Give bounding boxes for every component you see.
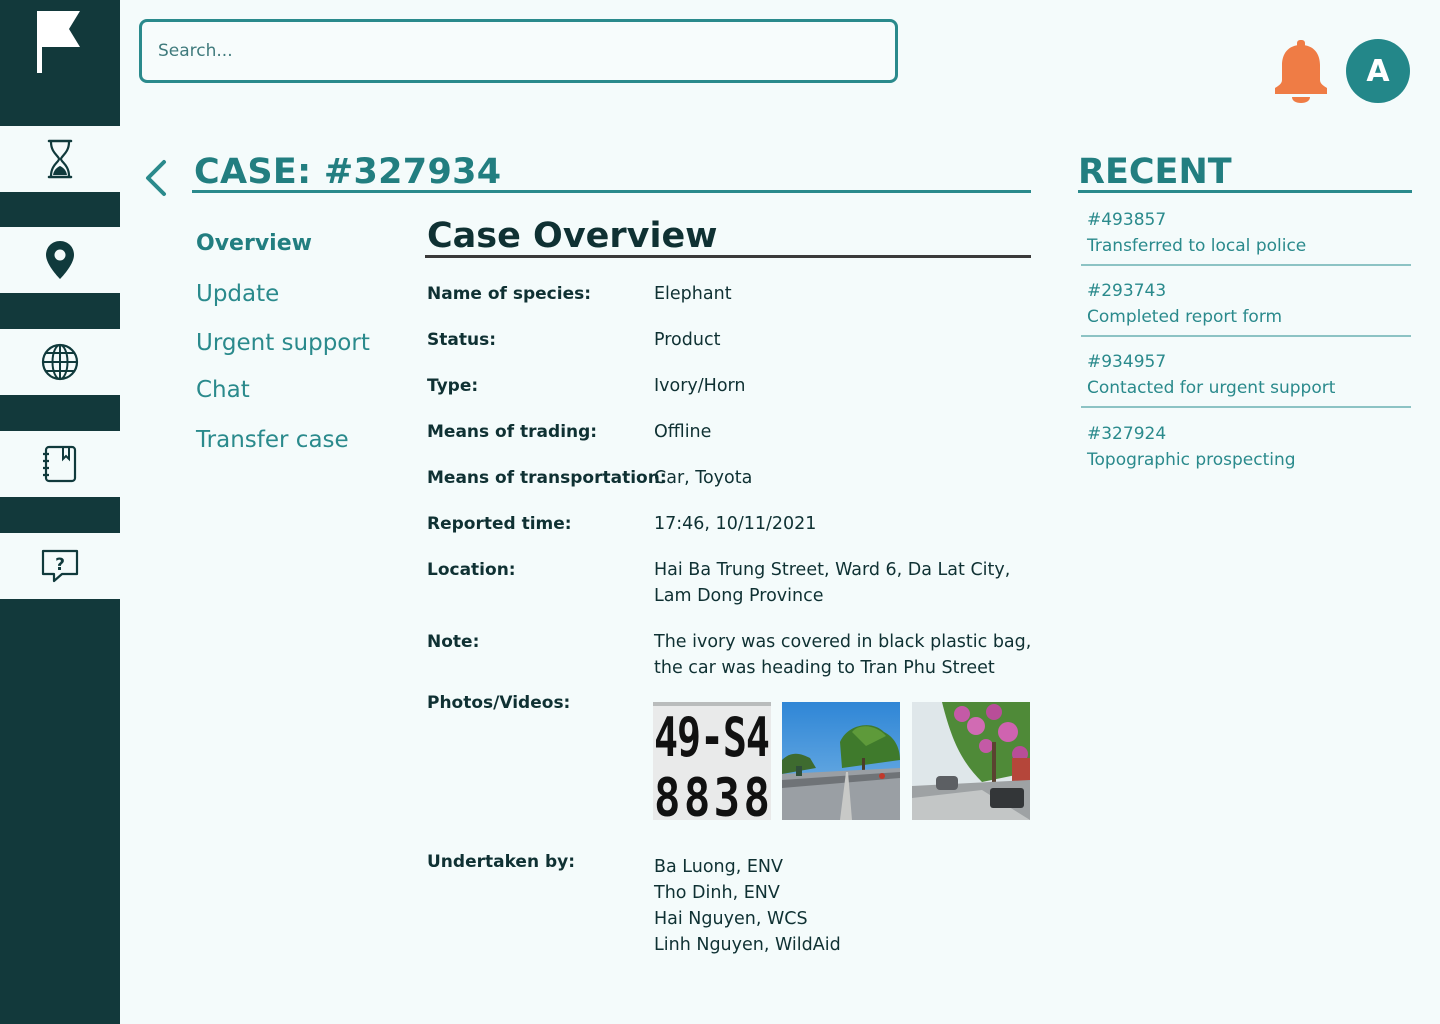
avatar[interactable]: A: [1346, 39, 1410, 103]
recent-item-divider: [1081, 335, 1411, 337]
overview-divider: [425, 255, 1031, 258]
recent-case-id: #934957: [1087, 352, 1167, 372]
photo-roadside[interactable]: [912, 702, 1030, 820]
field-label-reported-time: Reported time:: [427, 514, 572, 534]
recent-case-item[interactable]: #493857 Transferred to local police: [1081, 210, 1411, 268]
recent-case-item[interactable]: #327924 Topographic prospecting: [1081, 424, 1411, 482]
field-label-undertaken: Undertaken by:: [427, 852, 576, 872]
field-value-species: Elephant: [654, 284, 732, 304]
field-value-status: Product: [654, 330, 721, 350]
nav-global[interactable]: [0, 329, 120, 395]
case-title-divider: [192, 190, 1031, 193]
field-label-note: Note:: [427, 632, 480, 652]
plate-line1: 49-S4: [654, 707, 770, 770]
sidebar: ?: [0, 0, 120, 1024]
undertaker-1: Ba Luong, ENV: [654, 857, 783, 877]
flag-logo-icon[interactable]: [0, 0, 120, 83]
recent-case-desc: Topographic prospecting: [1087, 450, 1296, 470]
field-label-species: Name of species:: [427, 284, 592, 304]
field-value-type: Ivory/Horn: [654, 376, 746, 396]
field-label-photos: Photos/Videos:: [427, 693, 571, 713]
nav-help[interactable]: ?: [0, 533, 120, 599]
subnav-chat[interactable]: Chat: [196, 377, 250, 403]
nav-notebook[interactable]: [0, 431, 120, 497]
recent-case-id: #493857: [1087, 210, 1167, 230]
photo-street[interactable]: [782, 702, 900, 820]
recent-case-item[interactable]: #934957 Contacted for urgent support: [1081, 352, 1411, 410]
subnav-transfer-case[interactable]: Transfer case: [196, 427, 349, 453]
field-label-transportation: Means of transportation:: [427, 468, 667, 488]
recent-case-desc: Completed report form: [1087, 307, 1283, 327]
globe-icon: [41, 343, 79, 381]
recent-divider: [1078, 190, 1412, 193]
back-arrow-icon[interactable]: [140, 158, 172, 200]
recent-item-divider: [1081, 406, 1411, 408]
subnav-urgent-support[interactable]: Urgent support: [196, 330, 370, 356]
field-label-trading: Means of trading:: [427, 422, 598, 442]
nav-location[interactable]: [0, 227, 120, 293]
overview-title: Case Overview: [427, 216, 718, 256]
help-chat-icon: ?: [41, 549, 79, 583]
notification-bell-icon[interactable]: [1272, 40, 1330, 104]
field-value-location-line1: Hai Ba Trung Street, Ward 6, Da Lat City…: [654, 560, 1011, 580]
hourglass-icon: [47, 139, 73, 179]
field-value-location-line2: Lam Dong Province: [654, 586, 824, 606]
field-value-trading: Offline: [654, 422, 712, 442]
field-value-note-line1: The ivory was covered in black plastic b…: [654, 632, 1032, 652]
svg-text:?: ?: [55, 555, 65, 575]
photo-license-plate[interactable]: 49-S4 8838: [653, 702, 771, 820]
subnav-overview[interactable]: Overview: [196, 231, 312, 256]
undertaker-3: Hai Nguyen, WCS: [654, 909, 808, 929]
recent-case-item[interactable]: #293743 Completed report form: [1081, 281, 1411, 339]
field-value-transportation: Car, Toyota: [654, 468, 753, 488]
recent-title: RECENT: [1078, 152, 1232, 192]
nav-history[interactable]: [0, 126, 120, 192]
subnav-update[interactable]: Update: [196, 281, 279, 307]
case-title: CASE: #327934: [194, 152, 502, 192]
recent-case-desc: Transferred to local police: [1087, 236, 1307, 256]
recent-item-divider: [1081, 264, 1411, 266]
notebook-icon: [43, 445, 77, 483]
recent-case-id: #293743: [1087, 281, 1167, 301]
undertaker-4: Linh Nguyen, WildAid: [654, 935, 841, 955]
search-input[interactable]: [139, 19, 898, 83]
map-pin-icon: [46, 241, 74, 279]
field-label-type: Type:: [427, 376, 479, 396]
field-label-status: Status:: [427, 330, 496, 350]
field-value-reported-time: 17:46, 10/11/2021: [654, 514, 817, 534]
field-value-note-line2: the car was heading to Tran Phu Street: [654, 658, 995, 678]
recent-case-id: #327924: [1087, 424, 1167, 444]
recent-case-desc: Contacted for urgent support: [1087, 378, 1336, 398]
undertaker-2: Tho Dinh, ENV: [654, 883, 780, 903]
field-label-location: Location:: [427, 560, 516, 580]
